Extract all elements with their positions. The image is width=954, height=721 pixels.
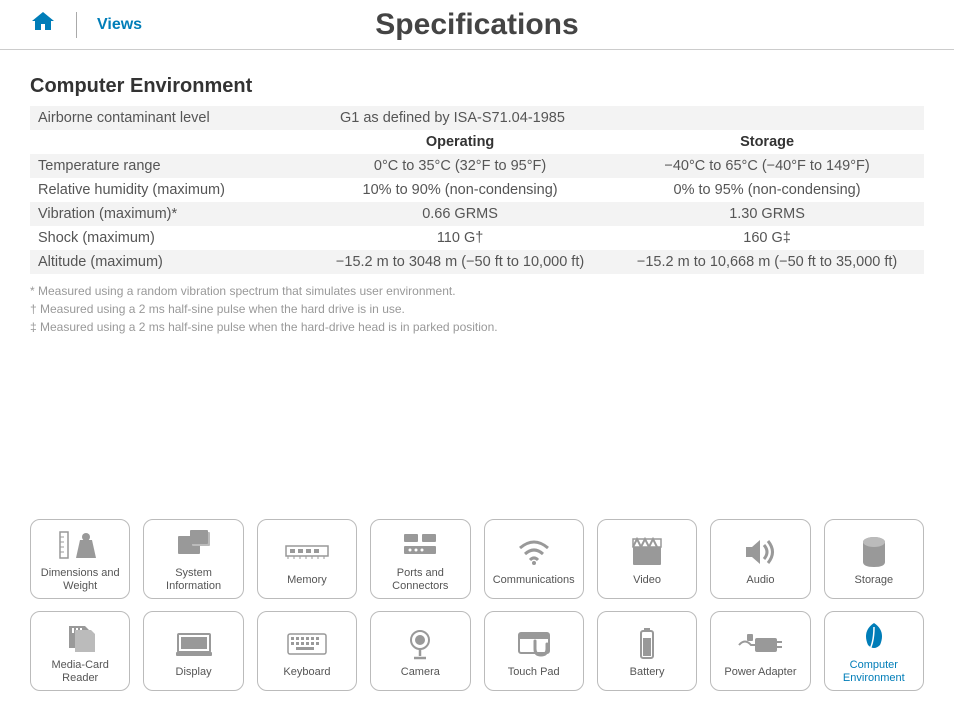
divider [76,12,77,38]
views-link[interactable]: Views [97,16,142,34]
nav-camera[interactable]: Camera [370,611,470,691]
section-title: Computer Environment [30,75,924,98]
nav-ports-label: Ports and Connectors [373,567,467,592]
nav-dimensions-label: Dimensions and Weight [33,567,127,592]
nav-video-label: Video [633,574,661,587]
bottom-nav: Dimensions and Weight System Information… [0,519,954,703]
wifi-icon [516,532,552,572]
nav-battery-label: Battery [630,666,665,679]
row-altitude-label: Altitude (maximum) [30,250,310,274]
nav-audio-label: Audio [746,574,774,587]
home-icon[interactable] [30,10,76,39]
memory-icon [284,532,330,572]
row-altitude-st: −15.2 m to 10,668 m (−50 ft to 35,000 ft… [610,250,924,274]
row-shock-label: Shock (maximum) [30,226,310,250]
nav-media-card[interactable]: Media-Card Reader [30,611,130,691]
nav-communications-label: Communications [493,574,575,587]
footnote-3: ‡ Measured using a 2 ms half-sine pulse … [30,318,924,336]
nav-keyboard-label: Keyboard [283,666,330,679]
nav-computer-environment-label: Computer Environment [827,659,921,684]
row-vibration-st: 1.30 GRMS [610,202,924,226]
top-bar: Views Specifications [0,0,954,50]
nav-touchpad-label: Touch Pad [508,666,560,679]
row-temp-label: Temperature range [30,154,310,178]
nav-storage-label: Storage [855,574,894,587]
nav-system-info[interactable]: System Information [143,519,243,599]
ruler-weight-icon [58,525,102,565]
nav-battery[interactable]: Battery [597,611,697,691]
nav-power-adapter[interactable]: Power Adapter [710,611,810,691]
row-shock-st: 160 G‡ [610,226,924,250]
footnotes: * Measured using a random vibration spec… [30,282,924,336]
sd-card-icon [63,617,97,657]
col-storage: Storage [610,130,924,154]
row-shock-op: 110 G† [310,226,610,250]
nav-camera-label: Camera [401,666,440,679]
nav-display[interactable]: Display [143,611,243,691]
nav-media-card-label: Media-Card Reader [33,659,127,684]
row-humidity-op: 10% to 90% (non-condensing) [310,178,610,202]
content: Computer Environment Airborne contaminan… [0,50,954,336]
battery-icon [638,624,656,664]
audio-icon [742,532,778,572]
row-temp-op: 0°C to 35°C (32°F to 95°F) [310,154,610,178]
nav-video[interactable]: Video [597,519,697,599]
nav-memory-label: Memory [287,574,327,587]
nav-ports[interactable]: Ports and Connectors [370,519,470,599]
nav-storage[interactable]: Storage [824,519,924,599]
row-altitude-op: −15.2 m to 3048 m (−50 ft to 10,000 ft) [310,250,610,274]
nav-dimensions[interactable]: Dimensions and Weight [30,519,130,599]
keyboard-icon [286,624,328,664]
nav-system-info-label: System Information [146,567,240,592]
system-icon [174,525,214,565]
row-humidity-st: 0% to 95% (non-condensing) [610,178,924,202]
power-adapter-icon [737,624,783,664]
row-airborne-value: G1 as defined by ISA-S71.04-1985 [310,106,924,130]
row-humidity-label: Relative humidity (maximum) [30,178,310,202]
row-vibration-op: 0.66 GRMS [310,202,610,226]
camera-icon [404,624,436,664]
row-temp-st: −40°C to 65°C (−40°F to 149°F) [610,154,924,178]
nav-touchpad[interactable]: Touch Pad [484,611,584,691]
col-operating: Operating [310,130,610,154]
nav-power-adapter-label: Power Adapter [724,666,796,679]
nav-communications[interactable]: Communications [484,519,584,599]
footnote-1: * Measured using a random vibration spec… [30,282,924,300]
touchpad-icon [515,624,553,664]
row-airborne-label: Airborne contaminant level [30,106,310,130]
ports-icon [400,525,440,565]
spec-table: Airborne contaminant level G1 as defined… [30,106,924,274]
display-icon [174,624,214,664]
nav-memory[interactable]: Memory [257,519,357,599]
nav-display-label: Display [176,666,212,679]
video-icon [629,532,665,572]
page-title: Specifications [0,8,954,42]
leaf-icon [860,617,888,657]
row-vibration-label: Vibration (maximum)* [30,202,310,226]
storage-icon [861,532,887,572]
nav-keyboard[interactable]: Keyboard [257,611,357,691]
nav-audio[interactable]: Audio [710,519,810,599]
footnote-2: † Measured using a 2 ms half-sine pulse … [30,300,924,318]
nav-computer-environment[interactable]: Computer Environment [824,611,924,691]
